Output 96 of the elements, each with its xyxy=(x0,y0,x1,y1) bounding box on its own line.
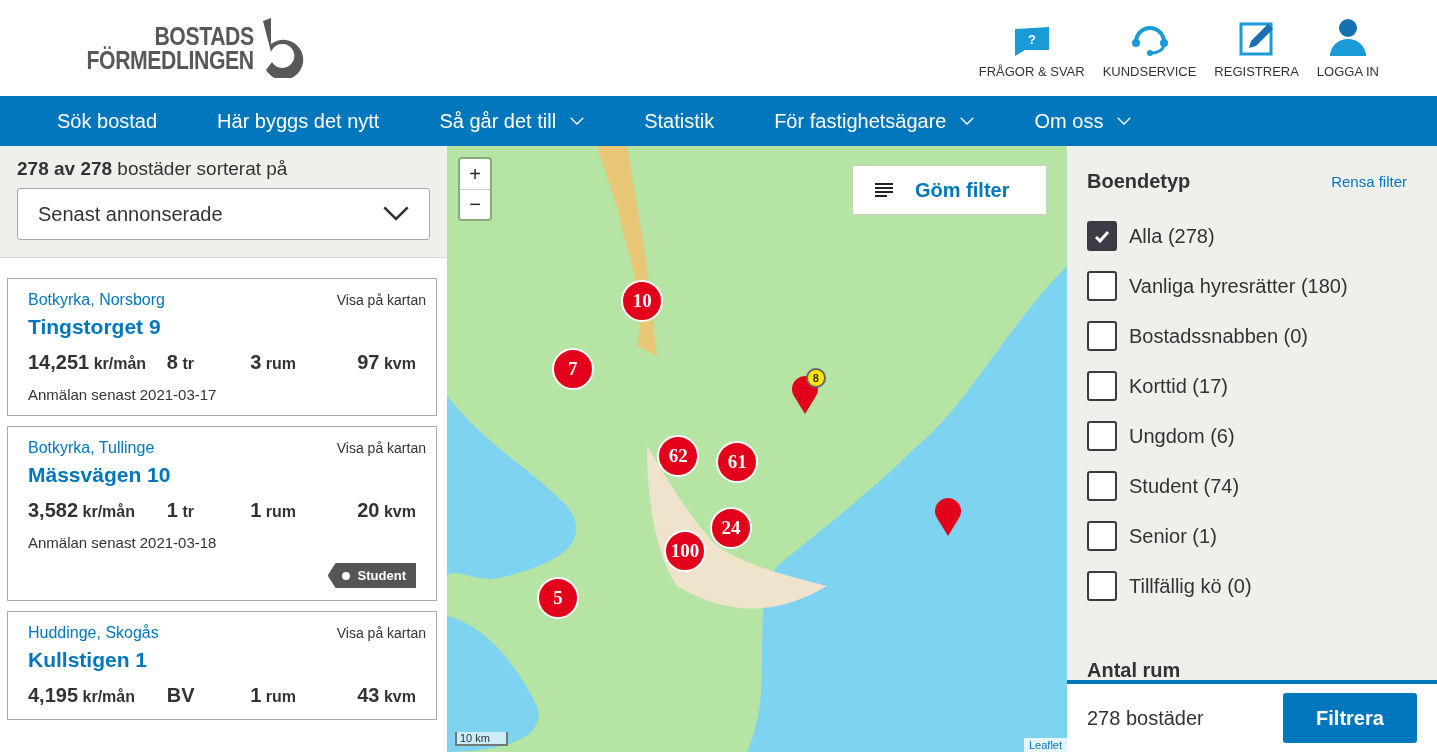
sort-dropdown[interactable]: Senast annonserade xyxy=(17,188,430,240)
filter-heading: Boendetyp xyxy=(1087,170,1191,193)
listing-stat: 3,582 kr/mån xyxy=(28,499,136,522)
result-count: 278 bostäder xyxy=(1087,706,1204,730)
filter-option[interactable]: Alla (278) xyxy=(1087,211,1407,261)
checkbox[interactable] xyxy=(1087,571,1117,601)
checkbox[interactable] xyxy=(1087,421,1117,451)
listing-title[interactable]: Tingstorget 9 xyxy=(28,315,426,339)
cluster-marker[interactable]: 61 xyxy=(716,440,759,483)
checkbox[interactable] xyxy=(1087,521,1117,551)
checkmark-icon xyxy=(1094,229,1110,243)
listing-title[interactable]: Mässvägen 10 xyxy=(28,463,426,487)
listing-card[interactable]: Huddinge, Skogås Visa på kartan Kullstigen 1 4,195 kr/mån BV 1 rum 43 kvm xyxy=(7,611,437,720)
filter-option-label: Alla (278) xyxy=(1129,224,1215,248)
header-link[interactable]: ? FRÅGOR & SVAR xyxy=(978,25,1085,79)
zoom-out-button[interactable]: − xyxy=(460,189,490,219)
header-link-label: LOGGA IN xyxy=(1316,63,1379,79)
checkbox[interactable] xyxy=(1087,221,1117,251)
nav-item[interactable]: Här byggs det nytt xyxy=(217,109,380,133)
filter-option[interactable]: Tillfällig kö (0) xyxy=(1087,561,1407,611)
header-link[interactable]: REGISTRERA xyxy=(1214,19,1299,79)
show-on-map-link[interactable]: Visa på kartan xyxy=(336,440,426,456)
filter-option-label: Student (74) xyxy=(1129,474,1240,498)
application-deadline: Anmälan senast 2021-03-18 xyxy=(28,534,218,551)
apply-filter-button[interactable]: Filtrera xyxy=(1283,693,1417,743)
filter-option[interactable]: Korttid (17) xyxy=(1087,361,1407,411)
chevron-down-icon xyxy=(383,206,409,222)
question-bubble-icon: ? xyxy=(1012,25,1051,56)
category-tag: Student xyxy=(327,563,416,588)
listing-stat: 14,251 kr/mån xyxy=(28,351,148,374)
checkbox[interactable] xyxy=(1087,321,1117,351)
nav-item[interactable]: Sök bostad xyxy=(57,109,158,133)
header-link[interactable]: LOGGA IN xyxy=(1316,17,1379,79)
listing-stat: 97 kvm xyxy=(356,351,417,374)
map-scale: 10 km xyxy=(455,732,508,746)
checkbox[interactable] xyxy=(1087,371,1117,401)
cluster-marker[interactable]: 5 xyxy=(536,577,579,620)
listing-stat: 8 tr xyxy=(166,351,195,374)
user-icon xyxy=(1328,17,1367,56)
filter-option[interactable]: Vanliga hyresrätter (180) xyxy=(1087,261,1407,311)
cluster-marker[interactable]: 7 xyxy=(551,348,594,390)
checkbox[interactable] xyxy=(1087,471,1117,501)
show-on-map-link[interactable]: Visa på kartan xyxy=(336,625,426,641)
nav-item[interactable]: Så går det till xyxy=(439,109,585,133)
attribution-link[interactable]: Leaflet xyxy=(1023,738,1067,752)
header-link[interactable]: KUNDSERVICE xyxy=(1102,21,1197,79)
filter-option[interactable]: Bostadssnabben (0) xyxy=(1087,311,1407,361)
listing-card[interactable]: Botkyrka, Norsborg Visa på kartan Tingstorget 9 14,251 kr/mån 8 tr 3 rum 97 kvm Anmälan senast 2021-03-17 xyxy=(7,278,437,416)
filter-option-label: Tillfällig kö (0) xyxy=(1129,574,1252,598)
header-link-label: KUNDSERVICE xyxy=(1102,63,1197,79)
application-deadline: Anmälan senast 2021-03-17 xyxy=(28,386,218,403)
filter-option-label: Senior (1) xyxy=(1129,524,1217,548)
filter-option-label: Bostadssnabben (0) xyxy=(1129,324,1308,348)
nav-item[interactable]: Statistik xyxy=(644,109,715,133)
filter-option-label: Korttid (17) xyxy=(1129,374,1228,398)
chevron-down-icon xyxy=(1117,116,1132,126)
map-pin-icon[interactable] xyxy=(933,495,962,536)
checkbox[interactable] xyxy=(1087,271,1117,301)
logo-text[interactable]: BOSTADS FÖRMEDLINGEN xyxy=(86,24,254,72)
header-link-label: REGISTRERA xyxy=(1214,63,1299,79)
listing-stat: BV xyxy=(166,684,196,707)
filter-heading: Antal rum xyxy=(1087,659,1182,680)
nav-item[interactable]: Om oss xyxy=(1034,109,1132,133)
filter-option[interactable]: Senior (1) xyxy=(1087,511,1407,561)
listing-card[interactable]: Botkyrka, Tullinge Visa på kartan Mässvägen 10 3,582 kr/mån 1 tr 1 rum 20 kvm Anmälan senast 2021-03-18 Student xyxy=(7,426,437,601)
listing-title[interactable]: Kullstigen 1 xyxy=(28,648,426,672)
listing-stat: 3 rum xyxy=(250,351,297,374)
filter-option[interactable]: Student (74) xyxy=(1087,461,1407,511)
chevron-down-icon xyxy=(570,116,585,126)
results-summary: 278 av 278 bostäder sorterat på xyxy=(17,158,289,180)
filter-option[interactable]: Ungdom (6) xyxy=(1087,411,1407,461)
header-link-label: FRÅGOR & SVAR xyxy=(978,63,1085,79)
filter-option-label: Vanliga hyresrätter (180) xyxy=(1129,274,1348,298)
cluster-marker[interactable]: 10 xyxy=(621,280,664,323)
zoom-in-button[interactable]: + xyxy=(460,159,490,189)
filter-option-label: Ungdom (6) xyxy=(1129,424,1235,448)
cluster-marker[interactable]: 24 xyxy=(709,506,752,549)
listing-stat: 20 kvm xyxy=(356,499,417,522)
map-area[interactable]: + − Göm filter 10 7 62 61 24 100 5 8 10 km Leaflet xyxy=(447,146,1067,752)
cluster-marker[interactable]: 62 xyxy=(657,435,700,478)
listing-area: Huddinge, Skogås xyxy=(28,624,159,642)
listing-stat: 1 tr xyxy=(166,499,195,522)
listing-stat: 4,195 kr/mån xyxy=(28,684,136,707)
count-badge: 8 xyxy=(805,368,826,389)
listing-stat: 1 rum xyxy=(250,499,297,522)
show-on-map-link[interactable]: Visa på kartan xyxy=(336,292,426,308)
clear-filter-link[interactable]: Rensa filter xyxy=(1331,173,1407,190)
chevron-down-icon xyxy=(960,116,975,126)
hide-filter-button[interactable]: Göm filter xyxy=(852,165,1047,215)
listing-area: Botkyrka, Norsborg xyxy=(28,291,165,309)
listing-stat: 43 kvm xyxy=(356,684,417,707)
map-pin-icon[interactable] xyxy=(790,374,819,415)
list-icon xyxy=(875,183,893,197)
listing-area: Botkyrka, Tullinge xyxy=(28,439,155,457)
listing-stat: 1 rum xyxy=(250,684,297,707)
nav-item[interactable]: För fastighetsägare xyxy=(774,109,975,133)
